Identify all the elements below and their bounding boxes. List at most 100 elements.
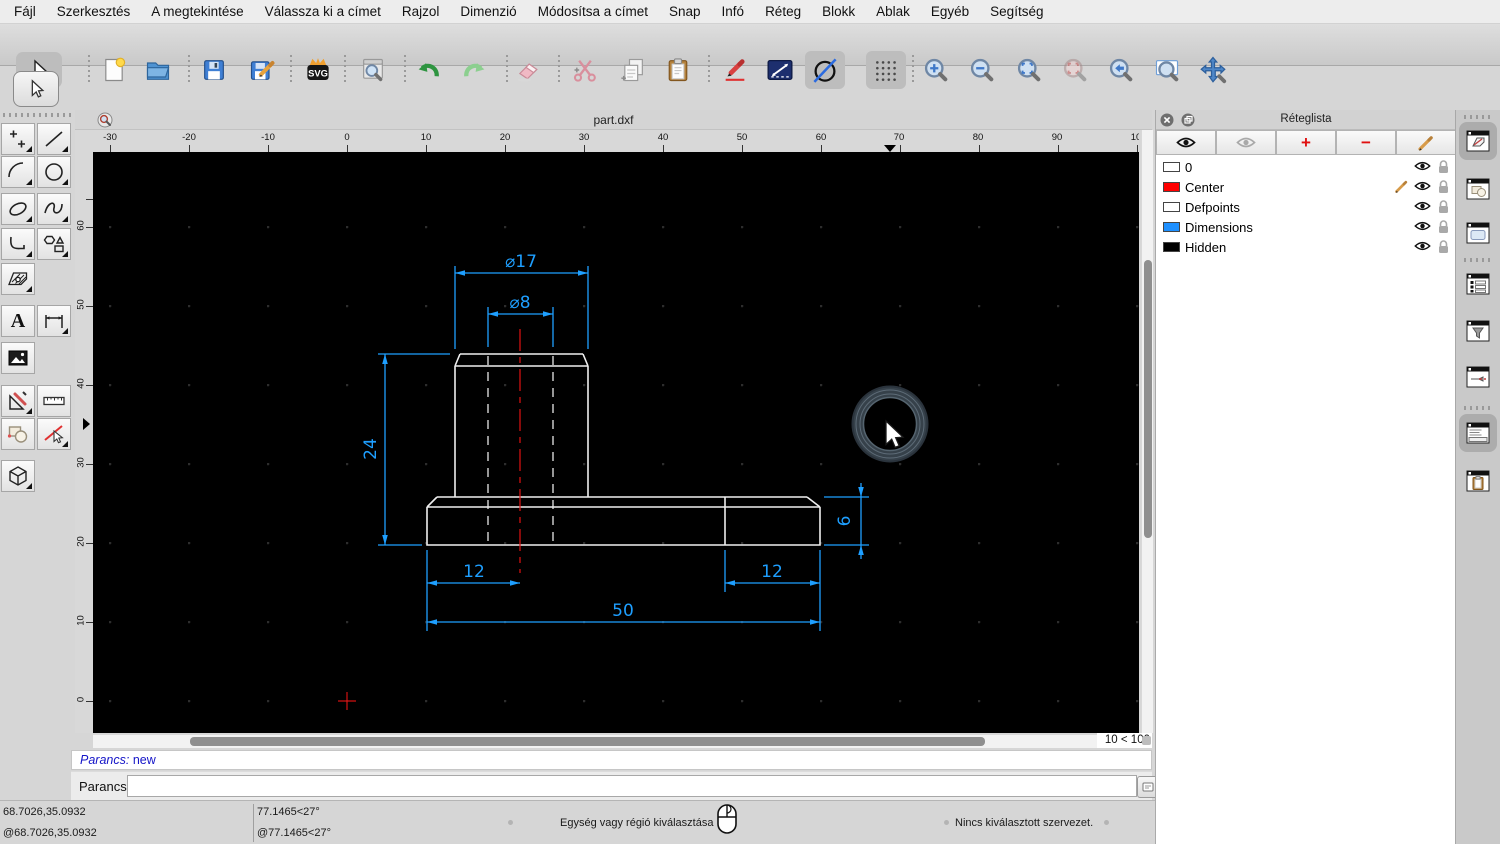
add-layer-button[interactable]: +: [1276, 130, 1336, 155]
layer-row-defpoints[interactable]: Defpoints: [1156, 197, 1456, 217]
grid-toggle-button[interactable]: [866, 51, 906, 89]
paste-button[interactable]: [661, 53, 695, 87]
layer-row-hidden[interactable]: Hidden: [1156, 237, 1456, 257]
layer-row-dimensions[interactable]: Dimensions: [1156, 217, 1456, 237]
copy-button[interactable]: [616, 53, 650, 87]
pen-settings-dock-button[interactable]: [1459, 358, 1497, 396]
command-line-dock-button[interactable]: [1459, 414, 1497, 452]
line-tool-button[interactable]: [37, 123, 71, 155]
arc-tool-button[interactable]: [1, 156, 35, 188]
isometric-view-button[interactable]: [1, 460, 35, 492]
dimension-tool-button[interactable]: [37, 305, 71, 337]
polyline-tool-button[interactable]: [1, 228, 35, 260]
ellipse-tool-button[interactable]: [1, 193, 35, 225]
layer-color-swatch[interactable]: [1163, 162, 1180, 172]
property-list-dock-button[interactable]: [1459, 265, 1497, 303]
layer-visible-icon[interactable]: [1414, 240, 1431, 252]
deselect-tool-button[interactable]: [37, 418, 71, 450]
left-select-tool-button[interactable]: [13, 71, 59, 107]
layer-color-swatch[interactable]: [1163, 202, 1180, 212]
horizontal-scrollbar[interactable]: [93, 734, 1097, 748]
layer-visible-icon[interactable]: [1414, 180, 1431, 192]
selection-filter-dock-button[interactable]: [1459, 312, 1497, 350]
save-as-button[interactable]: [245, 53, 279, 87]
modify-tools-button[interactable]: [1, 385, 35, 417]
layer-lock-icon[interactable]: [1437, 179, 1450, 194]
layer-visible-icon[interactable]: [1414, 220, 1431, 232]
redo-button[interactable]: [458, 53, 492, 87]
edit-layer-button[interactable]: [1396, 130, 1456, 155]
image-tool-button[interactable]: [1, 342, 35, 374]
draw-pencil-button[interactable]: [718, 53, 752, 87]
layer-color-swatch[interactable]: [1163, 242, 1180, 252]
zoom-in-button[interactable]: [919, 53, 953, 87]
vertical-scrollbar-thumb[interactable]: [1144, 260, 1152, 538]
layer-name[interactable]: Defpoints: [1185, 200, 1240, 215]
hide-all-layers-button[interactable]: [1216, 130, 1276, 155]
print-preview-button[interactable]: [356, 53, 390, 87]
clipboard-dock-button[interactable]: [1459, 462, 1497, 500]
menu-item-dimension[interactable]: Dimenzió: [460, 4, 516, 19]
zoom-window-button[interactable]: [1150, 53, 1184, 87]
dimensions[interactable]: [378, 266, 869, 631]
layer-list-dock-button[interactable]: [1459, 122, 1497, 160]
pan-button[interactable]: [1196, 53, 1230, 87]
measure-tool-button[interactable]: [37, 385, 71, 417]
menu-item-select[interactable]: Válassza ki a címet: [265, 4, 381, 19]
part-outline[interactable]: [427, 354, 820, 545]
svg-export-button[interactable]: SVG: [301, 53, 335, 87]
circle-tool-button[interactable]: [37, 156, 71, 188]
menu-item-file[interactable]: Fájl: [14, 4, 36, 19]
remove-layer-button[interactable]: −: [1336, 130, 1396, 155]
open-file-button[interactable]: [141, 53, 175, 87]
layer-name[interactable]: Center: [1185, 180, 1224, 195]
menu-item-modify[interactable]: Módosítsa a címet: [538, 4, 648, 19]
vertical-scrollbar[interactable]: [1141, 130, 1153, 733]
dimension-style-button[interactable]: [763, 53, 797, 87]
menu-item-view[interactable]: A megtekintése: [151, 4, 243, 19]
layer-color-swatch[interactable]: [1163, 222, 1180, 232]
document-title[interactable]: part.dxf: [75, 113, 1152, 127]
layer-name[interactable]: Dimensions: [1185, 220, 1253, 235]
layer-lock-icon[interactable]: [1437, 219, 1450, 234]
spline-tool-button[interactable]: [37, 193, 71, 225]
layer-lock-icon[interactable]: [1437, 239, 1450, 254]
menu-item-snap[interactable]: Snap: [669, 4, 701, 19]
shapes-tool-button[interactable]: [37, 228, 71, 260]
layer-row-0[interactable]: 0: [1156, 157, 1456, 177]
layer-visible-icon[interactable]: [1414, 160, 1431, 172]
zoom-previous-button[interactable]: [1104, 53, 1138, 87]
show-all-layers-button[interactable]: [1156, 130, 1216, 155]
layer-lock-icon[interactable]: [1437, 199, 1450, 214]
menu-item-edit[interactable]: Szerkesztés: [57, 4, 131, 19]
menu-item-layer[interactable]: Réteg: [765, 4, 801, 19]
command-input[interactable]: [127, 775, 1137, 797]
dimension-texts[interactable]: ⌀17 ⌀8 24 6 12 12 50: [361, 252, 855, 621]
layer-color-swatch[interactable]: [1163, 182, 1180, 192]
selection-tools-button[interactable]: [1, 418, 35, 450]
library-browser-dock-button[interactable]: [1459, 214, 1497, 252]
menu-item-window[interactable]: Ablak: [876, 4, 910, 19]
menu-item-info[interactable]: Infó: [722, 4, 745, 19]
menu-item-help[interactable]: Segítség: [990, 4, 1043, 19]
layer-lock-icon[interactable]: [1437, 159, 1450, 174]
zoom-auto-button[interactable]: [1012, 53, 1046, 87]
save-button[interactable]: [197, 53, 231, 87]
construction-circle-button[interactable]: [805, 51, 845, 89]
layer-name[interactable]: Hidden: [1185, 240, 1226, 255]
text-tool-button[interactable]: A: [1, 305, 35, 337]
horizontal-scrollbar-thumb[interactable]: [190, 737, 985, 746]
new-file-button[interactable]: [97, 53, 131, 87]
undo-button[interactable]: [411, 53, 445, 87]
layer-row-center[interactable]: Center: [1156, 177, 1456, 197]
layer-visible-icon[interactable]: [1414, 200, 1431, 212]
menu-item-misc[interactable]: Egyéb: [931, 4, 969, 19]
zoom-out-button[interactable]: [965, 53, 999, 87]
layer-name[interactable]: 0: [1185, 160, 1192, 175]
menu-item-draw[interactable]: Rajzol: [402, 4, 440, 19]
points-tool-button[interactable]: [1, 123, 35, 155]
menu-item-block[interactable]: Blokk: [822, 4, 855, 19]
zoom-selection-button[interactable]: [1058, 53, 1092, 87]
delete-button[interactable]: [511, 53, 545, 87]
hatch-tool-button[interactable]: [1, 263, 35, 295]
